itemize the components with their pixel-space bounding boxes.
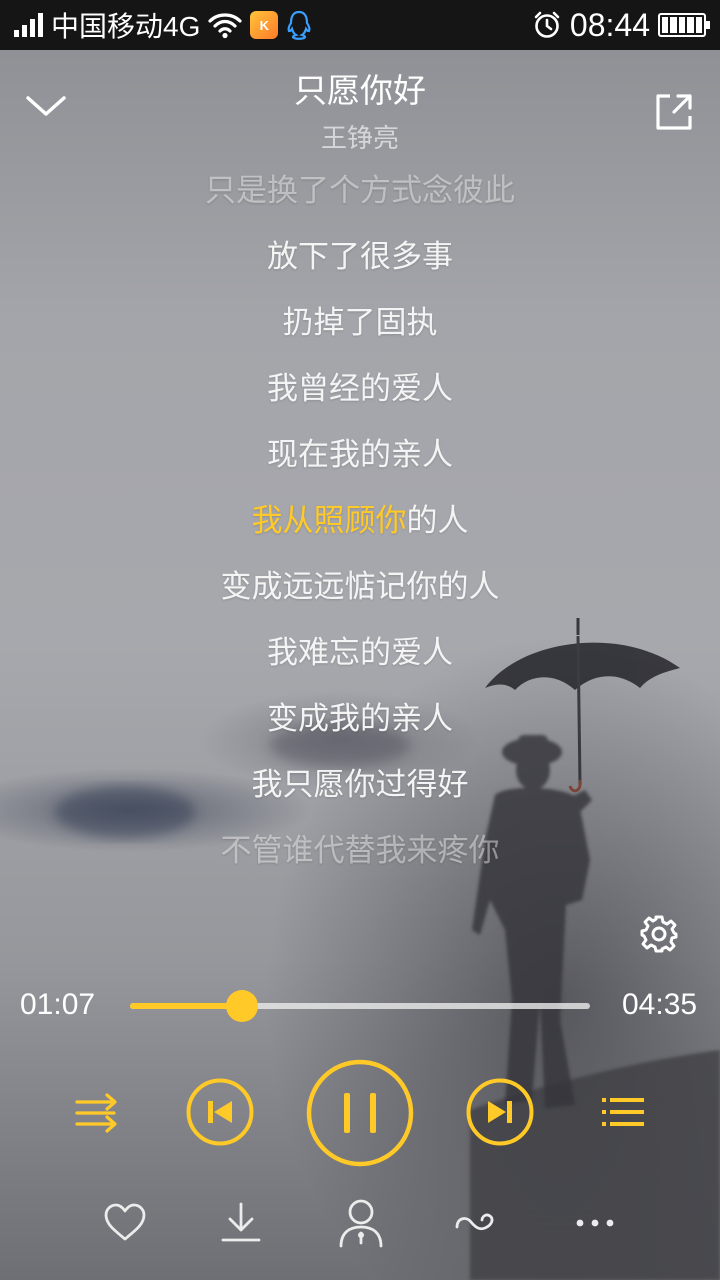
current-time: 01:07 <box>20 988 96 1021</box>
more-icon[interactable] <box>572 1200 618 1246</box>
carrier-label: 中国移动4G <box>51 11 201 42</box>
lyric-sung-part: 我从照顾你 <box>251 503 407 539</box>
progress-thumb[interactable] <box>225 990 258 1022</box>
heart-icon[interactable] <box>102 1200 148 1246</box>
singer-icon[interactable] <box>336 1197 386 1249</box>
alarm-icon <box>534 11 560 38</box>
lyric-line: 放下了很多事 <box>267 239 453 275</box>
lyric-line: 我只愿你过得好 <box>251 767 469 803</box>
lyric-line: 不管谁代替我来疼你 <box>220 833 500 869</box>
wifi-icon <box>208 13 242 39</box>
shuffle-icon[interactable] <box>74 1090 120 1134</box>
lyric-line: 我难忘的爱人 <box>267 635 453 671</box>
sound-effect-icon[interactable] <box>454 1200 500 1246</box>
battery-icon <box>658 13 710 37</box>
song-title: 只愿你好 <box>294 71 426 110</box>
gear-icon[interactable] <box>638 913 680 955</box>
signal-strength-icon <box>14 13 43 37</box>
skip-previous-icon[interactable] <box>186 1078 254 1146</box>
lyric-line: 只是换了个方式念彼此 <box>205 173 515 209</box>
artist-name[interactable]: 王铮亮 <box>0 118 720 155</box>
share-icon[interactable] <box>650 88 698 136</box>
lyric-line: 扔掉了固执 <box>282 305 438 341</box>
lyric-line: 我曾经的爱人 <box>267 371 453 407</box>
total-time: 04:35 <box>622 988 698 1021</box>
lyric-line: 现在我的亲人 <box>267 437 453 473</box>
progress-slider[interactable] <box>130 990 590 1022</box>
status-time: 08:44 <box>569 6 650 43</box>
kmusic-app-icon: K <box>250 11 279 39</box>
lyric-line: 变成我的亲人 <box>267 701 453 737</box>
qq-icon <box>287 10 311 40</box>
lyric-unsung-part: 的人 <box>406 503 469 539</box>
pause-icon[interactable] <box>306 1059 414 1167</box>
playlist-icon[interactable] <box>600 1092 646 1132</box>
download-icon[interactable] <box>218 1200 264 1246</box>
current-lyric-line: 我从照顾你的人 <box>0 494 720 560</box>
status-bar: 中国移动4G K 08:44 <box>0 0 720 50</box>
lyric-line: 变成远远惦记你的人 <box>220 569 500 605</box>
skip-next-icon[interactable] <box>466 1078 534 1146</box>
lyrics-panel[interactable]: 只是换了个方式念彼此 放下了很多事 扔掉了固执 我曾经的爱人 现在我的亲人 我从… <box>0 164 720 890</box>
